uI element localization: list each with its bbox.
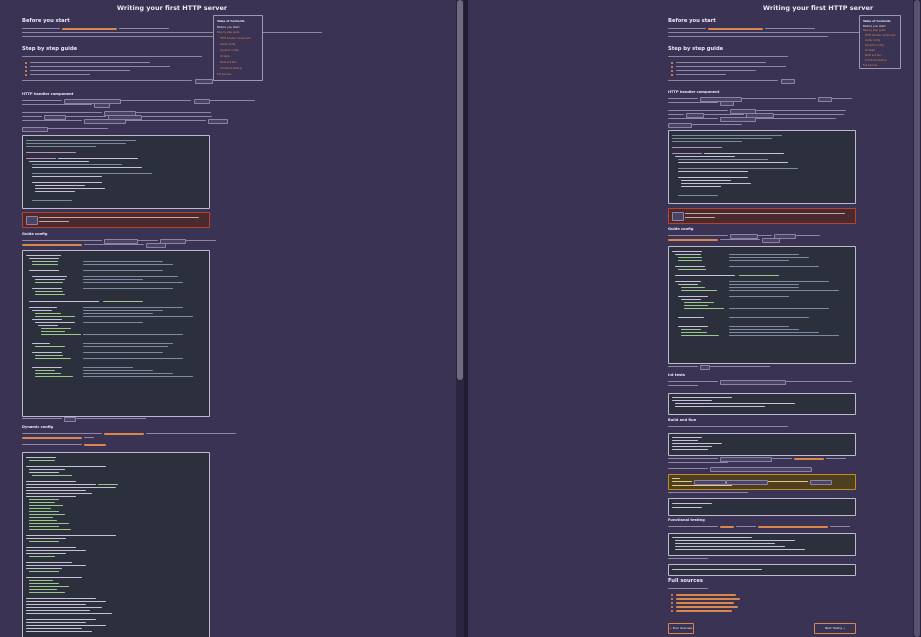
toc-item[interactable]: Full sources [217,73,231,76]
code-block-static-config-right [668,246,856,364]
doc-pane-right: Writing your first HTTP server Before yo… [468,0,921,637]
page-title-right: Writing your first HTTP server [762,4,874,12]
code-block-test-run [668,564,856,576]
note-box [668,474,856,490]
code-block-handler-right [668,130,856,204]
toc-item[interactable]: Dynamic config [220,49,239,52]
code-block-functional [668,533,856,556]
toc-item[interactable]: HTTP handler component [220,37,250,40]
toc-item[interactable]: Dynamic config [865,44,884,47]
heading-guide-config: Guide config [22,232,48,236]
toc-item[interactable]: HTTP handler component [865,34,895,37]
code-block-int-tests [668,393,856,415]
toc-subheading: Before you start [217,25,240,29]
warning-box-right [668,208,856,224]
heading-before-you-start: Before you start [22,18,70,24]
heading-functional-testing: Functional testing [668,518,705,522]
code-block-dynamic-config [22,452,210,637]
toc-item[interactable]: Functional testing [865,59,886,62]
heading-step-by-step-right: Step by step guide [668,46,724,52]
heading-http-handler: HTTP handler component [22,92,74,96]
heading-guide-config-right: Guide config [668,227,694,231]
scrollbar-thumb-right[interactable] [914,0,920,637]
table-of-contents: Table of Contents Before you start Step … [213,15,263,81]
heading-dynamic-config: Dynamic config [22,425,54,429]
prev-page-button[interactable]: ← Prev: Overview [668,623,694,634]
heading-before-you-start-right: Before you start [668,18,716,24]
table-of-contents-right: Table of Contents Before you start Step … [859,15,901,69]
toc-item[interactable]: Step by step guide [863,29,886,32]
toc-item[interactable]: Build and Run [865,54,882,57]
heading-full-sources: Full sources [668,578,703,584]
code-block-run [668,498,856,516]
scrollbar-right[interactable] [913,0,921,637]
warning-box [22,212,210,228]
toc-heading: Table of Contents [217,19,245,23]
toc-heading-right: Table of Contents [863,19,891,23]
next-page-button[interactable]: Next: Testing → [814,623,856,634]
doc-pane-left: Writing your first HTTP server Before yo… [0,0,455,637]
heading-int-tests: Int tests [668,373,686,377]
code-block-build [668,433,856,456]
scrollbar-thumb-left[interactable] [457,0,463,380]
toc-subheading-right: Before you start [863,24,886,28]
code-block-static-config [22,250,210,417]
toc-item[interactable]: Guide config [220,43,235,46]
code-block-handler [22,135,210,209]
toc-item[interactable]: Int tests [865,49,875,52]
heading-step-by-step: Step by step guide [22,46,78,52]
toc-item[interactable]: Step by step guide [217,31,240,34]
toc-item[interactable]: Guide config [865,39,880,42]
toc-item[interactable]: Build and Run [220,61,237,64]
scrollbar-left[interactable] [456,0,464,637]
heading-build-and-run: Build and Run [668,418,697,422]
page-title: Writing your first HTTP server [116,4,228,12]
toc-item[interactable]: Functional testing [220,67,241,70]
heading-http-handler-right: HTTP handler component [668,90,720,94]
toc-item[interactable]: Full sources [863,64,877,67]
toc-item[interactable]: Int tests [220,55,230,58]
